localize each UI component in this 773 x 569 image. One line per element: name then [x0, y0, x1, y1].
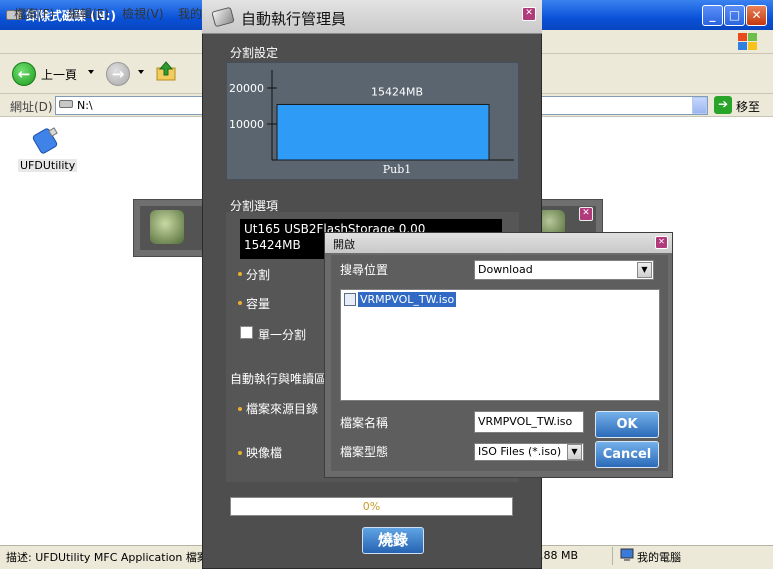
usb-drive-icon[interactable] — [30, 127, 60, 155]
look-in-value: Download — [478, 263, 533, 276]
partition-bar — [276, 103, 490, 161]
partition-chart: 10000 20000 15424MB Pub1 — [229, 70, 514, 176]
file-item-ufdutility[interactable]: UFDUtility — [18, 159, 78, 172]
maximize-button[interactable]: □ — [724, 5, 745, 26]
up-folder-icon[interactable] — [155, 60, 177, 82]
filetype-dropdown-icon[interactable]: ▼ — [567, 444, 582, 460]
bar-data-label: 15424MB — [371, 85, 423, 98]
iso-file-icon — [344, 293, 356, 306]
filename-value: VRMPVOL_TW.iso — [478, 415, 573, 428]
status-description: 描述: UFDUtility MFC Application 檔案 — [6, 551, 208, 564]
cancel-button[interactable]: Cancel — [595, 441, 659, 468]
autorun-close-button[interactable]: ✕ — [522, 7, 536, 21]
source-dir-label: 檔案來源目錄 — [246, 402, 319, 416]
y-tick-label: 20000 — [229, 82, 264, 95]
menu-file[interactable]: 檔案(F) — [14, 5, 54, 22]
y-tick-label: 10000 — [229, 118, 264, 131]
image-file-label: 映像檔 — [246, 446, 283, 460]
device-capacity: 15424MB — [244, 238, 301, 252]
menu-view[interactable]: 檢視(V) — [122, 5, 164, 22]
minimize-button[interactable]: _ — [702, 5, 723, 26]
go-button[interactable]: 移至 — [736, 98, 760, 115]
menu-edit[interactable]: 編輯(E) — [68, 5, 109, 22]
status-divider — [612, 547, 613, 565]
usb-drive-icon[interactable] — [150, 210, 184, 244]
menu-favorites[interactable]: 我的 — [178, 5, 202, 22]
my-computer-icon — [620, 548, 634, 561]
partition-settings-label: 分割設定 — [230, 46, 279, 60]
bullet-icon — [238, 301, 242, 305]
forward-dropdown-icon[interactable] — [138, 70, 144, 74]
close-icon[interactable]: ✕ — [579, 207, 593, 221]
filetype-value: ISO Files (*.iso) — [478, 445, 562, 458]
open-dialog-close-button[interactable]: ✕ — [655, 236, 668, 249]
autorun-title: 自動執行管理員 — [241, 10, 347, 28]
single-partition-label: 單一分割 — [258, 328, 307, 342]
forward-button[interactable]: → — [106, 62, 130, 86]
address-dropdown-button[interactable] — [692, 97, 707, 114]
back-dropdown-icon[interactable] — [88, 70, 94, 74]
open-dialog-title: 開啟 — [333, 238, 355, 251]
bullet-icon — [238, 407, 242, 411]
address-value: N:\ — [77, 99, 93, 112]
drive-icon — [59, 100, 73, 108]
go-arrow-icon[interactable]: ➔ — [714, 96, 732, 114]
open-dialog-titlebar[interactable] — [325, 233, 672, 253]
close-button[interactable]: ✕ — [746, 5, 767, 26]
look-in-dropdown-icon[interactable]: ▼ — [637, 262, 652, 278]
autorun-readonly-label: 自動執行與唯讀區 — [230, 372, 327, 386]
back-button[interactable]: ← — [12, 62, 36, 86]
address-label: 網址(D) — [10, 100, 53, 114]
option-partition: 分割 — [246, 268, 271, 282]
status-location: 我的電腦 — [637, 551, 681, 564]
windows-logo-icon — [738, 33, 758, 51]
category-label: Pub1 — [383, 163, 412, 176]
bullet-icon — [238, 451, 242, 455]
file-list-item[interactable]: VRMPVOL_TW.iso — [358, 292, 457, 307]
filetype-label: 檔案型態 — [340, 445, 389, 459]
single-partition-checkbox[interactable] — [240, 326, 253, 339]
ok-button[interactable]: OK — [595, 411, 659, 438]
look-in-label: 搜尋位置 — [340, 263, 389, 277]
filename-label: 檔案名稱 — [340, 416, 389, 430]
option-capacity: 容量 — [246, 297, 271, 311]
progress-text: 0% — [362, 500, 381, 513]
back-label[interactable]: 上一頁 — [41, 66, 77, 83]
burn-button[interactable]: 燒錄 — [362, 527, 424, 554]
status-size: .88 MB — [540, 549, 579, 562]
bullet-icon — [238, 272, 242, 276]
